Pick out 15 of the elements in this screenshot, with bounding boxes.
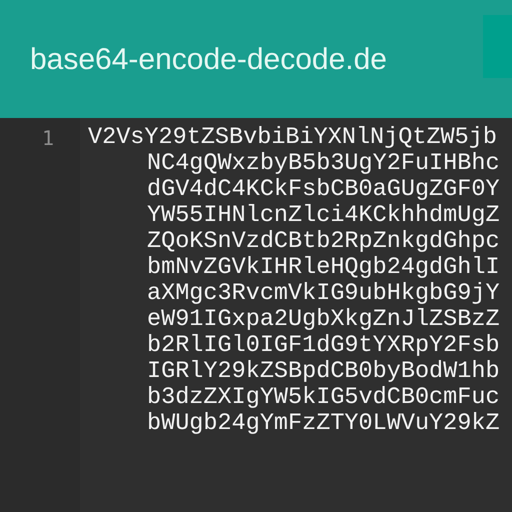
- code-line: dGV4dC4KCkFsbCB0aGUgZGF0Y: [147, 177, 500, 203]
- code-line: V2VsY29tZSBvbiBiYXNlNjQtZW5jb: [88, 125, 497, 151]
- code-line: bWUgb24gYmFzZTY0LWVuY29kZ: [147, 411, 500, 437]
- code-line: b2RlIGl0IGF1dG9tYXRpY2Fsb: [147, 333, 500, 359]
- code-line: IGRlY29kZSBpdCB0byBodW1hb: [147, 359, 500, 385]
- header-button[interactable]: [483, 15, 512, 78]
- line-number: 1: [42, 125, 54, 152]
- code-line: aXMgc3RvcmVkIG9ubHkgbG9jY: [147, 281, 500, 307]
- code-line: eW91IGxpa2UgbXkgZnJlZSBzZ: [147, 307, 500, 333]
- code-line: ZQoKSnVzdCBtb2RpZnkgdGhpc: [147, 229, 500, 255]
- site-title: base64-encode-decode.de: [30, 42, 387, 78]
- code-line: NC4gQWxzbyB5b3UgY2FuIHBhc: [147, 151, 500, 177]
- code-line: YW55IHNlcnZlci4KCkhhdmUgZ: [147, 203, 500, 229]
- code-line: bmNvZGVkIHRleHQgb24gdGhlI: [147, 255, 500, 281]
- code-line: b3dzZXIgYW5kIG5vdCB0cmFuc: [147, 385, 500, 411]
